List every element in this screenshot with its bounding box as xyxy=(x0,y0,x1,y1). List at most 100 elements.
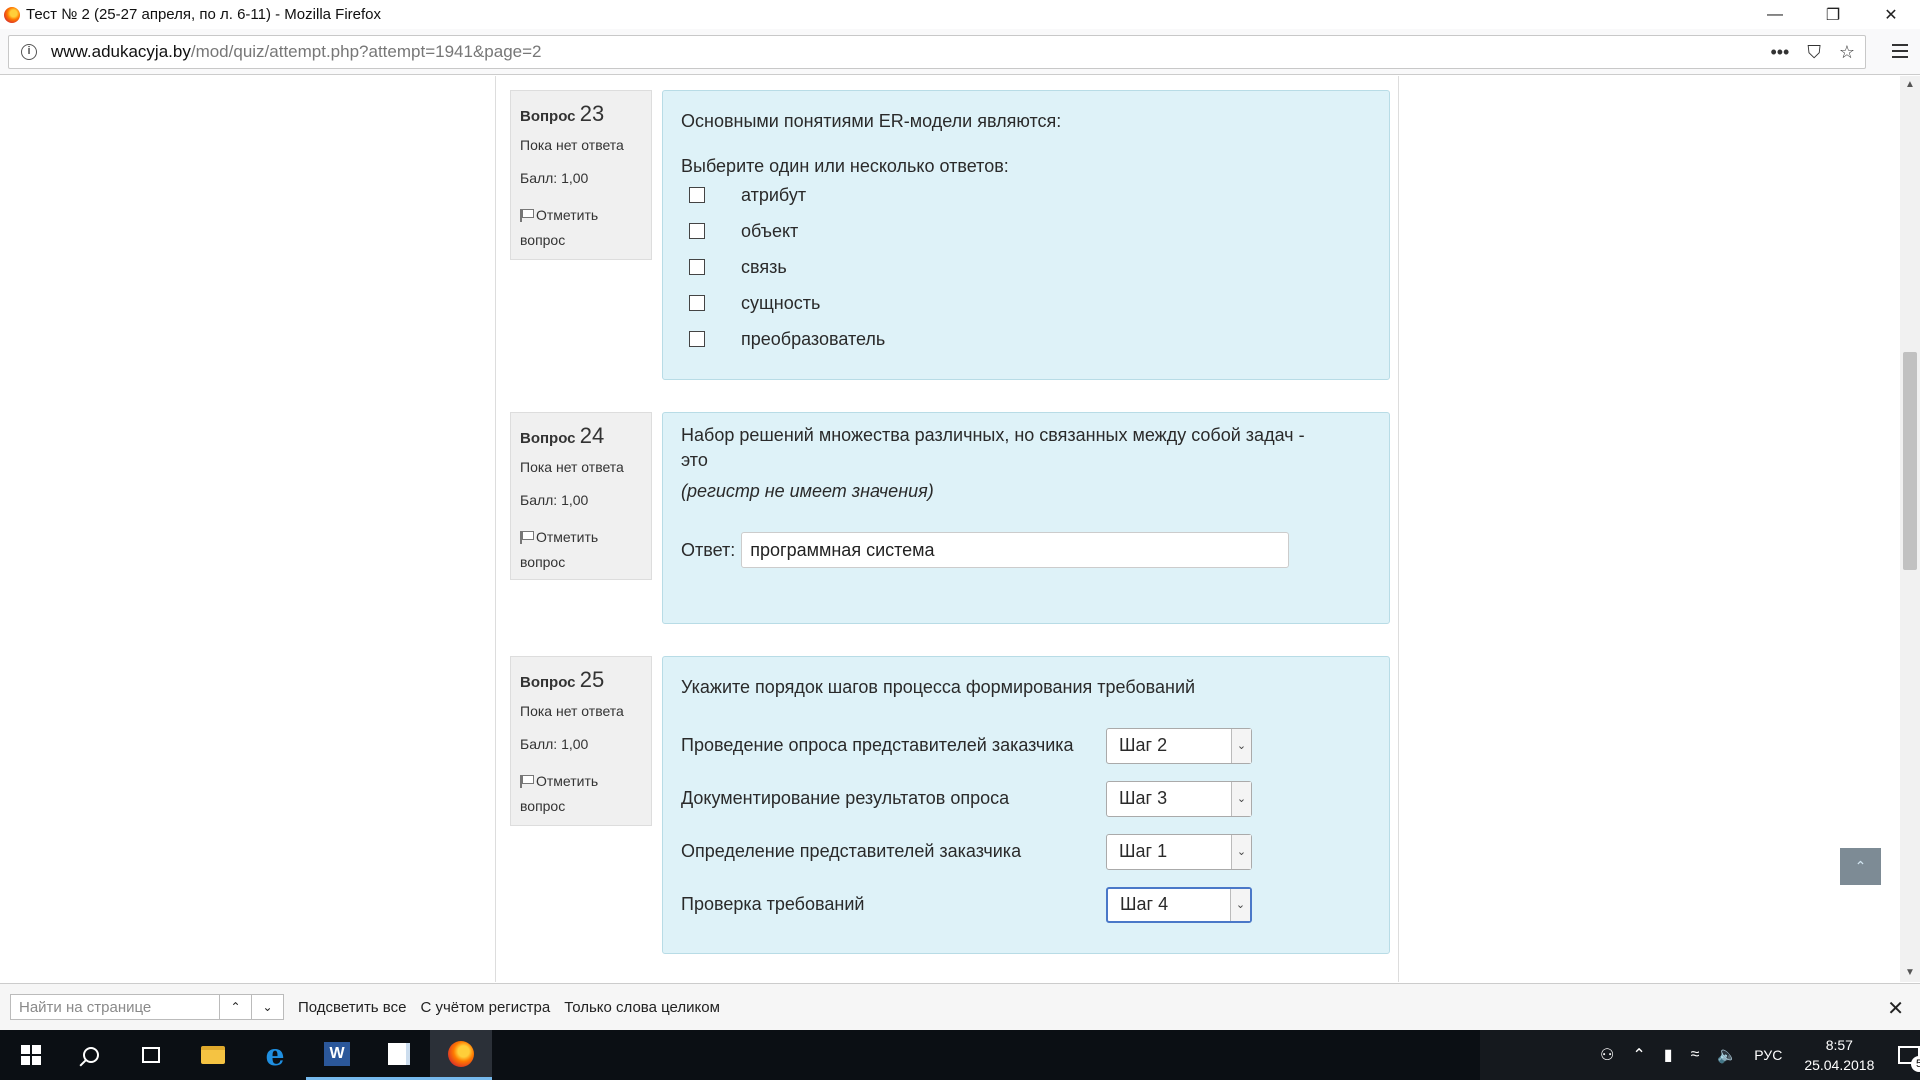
question-text: Набор решений множества различных, но св… xyxy=(681,425,1305,470)
close-button[interactable]: ✕ xyxy=(1862,0,1920,29)
match-row: Документирование результатов опроса Шаг … xyxy=(681,772,1371,825)
language-indicator[interactable]: РУС xyxy=(1754,1047,1782,1063)
option-row[interactable]: объект xyxy=(681,213,1371,249)
file-explorer-button[interactable] xyxy=(182,1030,244,1080)
task-view-icon xyxy=(142,1047,160,1063)
sticky-notes-button[interactable] xyxy=(368,1030,430,1080)
search-button[interactable] xyxy=(60,1030,122,1080)
answer-row: Ответ: программная система xyxy=(681,532,1371,568)
question-info: Вопрос 24 Пока нет ответа Балл: 1,00 Отм… xyxy=(510,412,652,580)
notification-count: 5 xyxy=(1911,1056,1920,1072)
volume-icon[interactable]: 🔈 xyxy=(1717,1045,1737,1065)
question-number: Вопрос 24 xyxy=(520,423,605,448)
answer-prompt: Выберите один или несколько ответов: xyxy=(681,156,1009,176)
system-tray: ⚇ ⌃ ▮ ≈ 🔈 РУС 8:57 25.04.2018 5 xyxy=(1480,1030,1920,1080)
firefox-taskbar-button[interactable] xyxy=(430,1030,492,1080)
time: 8:57 xyxy=(1825,1037,1853,1053)
option-row[interactable]: атрибут xyxy=(681,177,1371,213)
find-input[interactable]: Найти на странице xyxy=(10,994,220,1020)
whole-words-option[interactable]: Только слова целиком xyxy=(564,999,720,1016)
option-row[interactable]: преобразователь xyxy=(681,321,1371,357)
chevron-down-icon: ⌄ xyxy=(1231,834,1251,869)
minimize-button[interactable]: — xyxy=(1746,0,1804,29)
step-select[interactable]: Шаг 2 ⌄ xyxy=(1106,727,1252,764)
page-viewport: Вопрос 23 Пока нет ответа Балл: 1,00 Отм… xyxy=(0,76,1900,982)
question-grade: Балл: 1,00 xyxy=(520,736,589,752)
scroll-down-icon[interactable]: ▼ xyxy=(1900,964,1920,982)
restore-button[interactable]: ❐ xyxy=(1804,0,1862,29)
scrollbar-thumb[interactable] xyxy=(1903,352,1917,570)
question-number: Вопрос 23 xyxy=(520,101,605,126)
match-label: Проверка требований xyxy=(681,894,865,914)
start-button[interactable] xyxy=(0,1030,62,1080)
option-row[interactable]: сущность xyxy=(681,285,1371,321)
wifi-icon[interactable]: ≈ xyxy=(1691,1046,1700,1064)
match-case-option[interactable]: С учётом регистра xyxy=(420,999,550,1016)
answer-input[interactable]: программная система xyxy=(741,532,1290,568)
case-hint: (регистр не имеет значения) xyxy=(681,481,934,501)
question-content: Основными понятиями ER-модели являются: … xyxy=(662,90,1390,380)
match-label: Проведение опроса представителей заказчи… xyxy=(681,735,1074,755)
find-previous-button[interactable]: ⌃ xyxy=(219,994,252,1020)
checkbox[interactable] xyxy=(689,187,705,203)
windows-logo-icon xyxy=(21,1045,41,1065)
site-info-icon[interactable]: i xyxy=(21,44,37,60)
step-select[interactable]: Шаг 1 ⌄ xyxy=(1106,833,1252,870)
step-select[interactable]: Шаг 3 ⌄ xyxy=(1106,780,1252,817)
question-info: Вопрос 23 Пока нет ответа Балл: 1,00 Отм… xyxy=(510,90,652,260)
question-grade: Балл: 1,00 xyxy=(520,170,589,186)
edge-button[interactable]: e xyxy=(244,1030,306,1080)
question-content: Укажите порядок шагов процесса формирова… xyxy=(662,656,1390,954)
match-row: Определение представителей заказчика Шаг… xyxy=(681,825,1371,878)
back-to-top-button[interactable]: ⌃ xyxy=(1840,848,1881,885)
sticky-notes-icon xyxy=(388,1042,410,1065)
match-label: Определение представителей заказчика xyxy=(681,841,1022,861)
checkbox[interactable] xyxy=(689,331,705,347)
question-info: Вопрос 25 Пока нет ответа Балл: 1,00 Отм… xyxy=(510,656,652,826)
task-view-button[interactable] xyxy=(120,1030,182,1080)
flag-question-link[interactable]: Отметить вопрос xyxy=(520,769,642,819)
find-next-button[interactable]: ⌄ xyxy=(251,994,284,1020)
notifications-icon[interactable]: 5 xyxy=(1898,1046,1920,1072)
flag-question-link[interactable]: Отметить вопрос xyxy=(520,525,642,575)
close-findbar-icon[interactable]: ✕ xyxy=(1887,996,1904,1021)
word-button[interactable]: W xyxy=(306,1030,368,1080)
question-text: Укажите порядок шагов процесса формирова… xyxy=(681,677,1196,697)
clock[interactable]: 8:57 25.04.2018 xyxy=(1804,1035,1874,1075)
date: 25.04.2018 xyxy=(1804,1057,1875,1073)
match-label: Документирование результатов опроса xyxy=(681,788,1010,808)
checkbox[interactable] xyxy=(689,223,705,239)
checkbox[interactable] xyxy=(689,295,705,311)
chevron-down-icon: ⌄ xyxy=(1231,728,1251,763)
question-number: Вопрос 25 xyxy=(520,667,605,692)
highlight-all-option[interactable]: Подсветить все xyxy=(298,999,406,1016)
people-icon[interactable]: ⚇ xyxy=(1600,1045,1614,1065)
window-titlebar: Тест № 2 (25-27 апреля, по л. 6-11) - Mo… xyxy=(0,0,1920,29)
windows-taskbar: e W ⚇ ⌃ ▮ ≈ 🔈 РУС 8:57 25.04.2018 5 xyxy=(0,1030,1920,1080)
question-text: Основными понятиями ER-модели являются: xyxy=(681,111,1062,131)
flag-icon xyxy=(520,209,534,222)
step-select[interactable]: Шаг 4 ⌄ xyxy=(1106,886,1252,923)
chevron-up-icon: ⌃ xyxy=(1854,858,1867,874)
window-title: Тест № 2 (25-27 апреля, по л. 6-11) - Mo… xyxy=(26,6,381,23)
word-icon: W xyxy=(324,1041,350,1066)
scroll-up-icon[interactable]: ▲ xyxy=(1900,76,1920,94)
page-actions-icon[interactable]: ••• xyxy=(1770,42,1789,63)
question-grade: Балл: 1,00 xyxy=(520,492,589,508)
chevron-up-icon[interactable]: ⌃ xyxy=(1632,1045,1645,1065)
address-bar[interactable]: i www.adukacyja.by/mod/quiz/attempt.php?… xyxy=(8,35,1866,69)
chevron-down-icon: ⌄ xyxy=(1230,888,1250,921)
pocket-icon[interactable]: ⛉ xyxy=(1807,42,1821,63)
url-text[interactable]: www.adukacyja.by/mod/quiz/attempt.php?at… xyxy=(51,42,542,62)
option-row[interactable]: связь xyxy=(681,249,1371,285)
bookmark-star-icon[interactable]: ☆ xyxy=(1839,42,1855,63)
battery-icon[interactable]: ▮ xyxy=(1664,1045,1673,1065)
question-content: Набор решений множества различных, но св… xyxy=(662,412,1390,624)
vertical-scrollbar[interactable]: ▲ ▼ xyxy=(1900,76,1920,982)
question-state: Пока нет ответа xyxy=(520,703,624,719)
folder-icon xyxy=(201,1046,225,1064)
checkbox[interactable] xyxy=(689,259,705,275)
hamburger-menu-icon[interactable] xyxy=(1892,44,1908,58)
flag-question-link[interactable]: Отметить вопрос xyxy=(520,203,642,253)
quiz-page: Вопрос 23 Пока нет ответа Балл: 1,00 Отм… xyxy=(495,76,1399,982)
